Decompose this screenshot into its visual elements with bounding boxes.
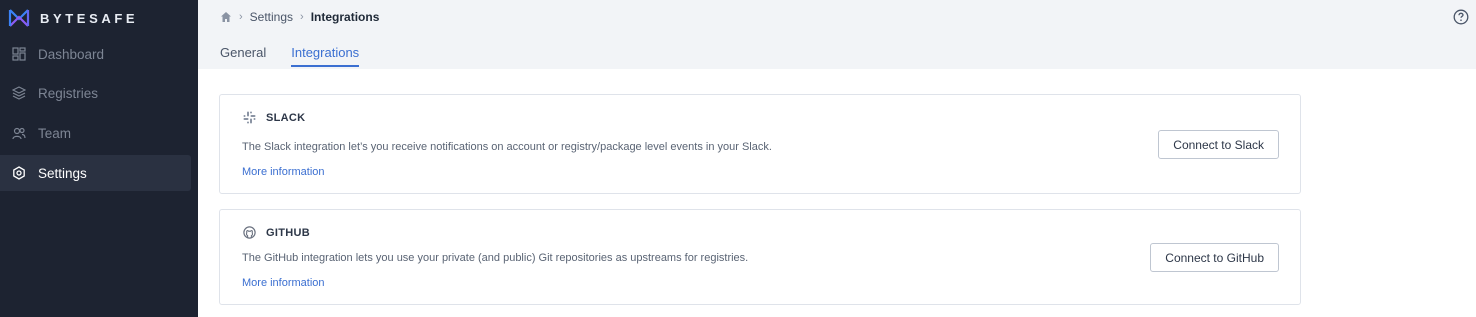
home-icon[interactable]: [220, 11, 232, 23]
chevron-right-icon: ›: [300, 11, 304, 23]
sidebar-item-label: Dashboard: [38, 46, 105, 62]
tab-integrations[interactable]: Integrations: [291, 45, 360, 67]
tab-general[interactable]: General: [220, 45, 266, 67]
brand[interactable]: BYTESAFE: [8, 6, 138, 30]
sidebar-item-settings[interactable]: Settings: [0, 155, 191, 191]
integration-card-slack: SLACK The Slack integration let’s you re…: [219, 94, 1301, 194]
integration-card-github: GITHUB The GitHub integration lets you u…: [219, 209, 1301, 305]
topbar: › Settings › Integrations General Integr…: [198, 0, 1476, 69]
slack-icon: [243, 111, 256, 124]
card-title: GITHUB: [243, 226, 310, 239]
breadcrumb-settings[interactable]: Settings: [250, 10, 293, 24]
integration-description: The Slack integration let’s you receive …: [242, 141, 772, 153]
connect-github-button[interactable]: Connect to GitHub: [1150, 243, 1279, 272]
sidebar-item-label: Team: [38, 125, 72, 141]
sidebar-item-label: Registries: [38, 85, 99, 101]
layers-icon: [12, 86, 26, 100]
sidebar: BYTESAFE Dashboard Registries Team Setti…: [0, 0, 198, 317]
integration-title: GITHUB: [266, 226, 310, 239]
bytesafe-logo-icon: [8, 9, 30, 27]
sidebar-item-dashboard[interactable]: Dashboard: [0, 36, 191, 72]
help-icon[interactable]: [1453, 9, 1469, 25]
card-title: SLACK: [243, 111, 305, 124]
integration-description: The GitHub integration lets you use your…: [242, 252, 749, 264]
more-information-link[interactable]: More information: [242, 277, 325, 289]
integration-title: SLACK: [266, 111, 306, 124]
github-icon: [243, 226, 256, 239]
sidebar-item-label: Settings: [38, 165, 87, 181]
breadcrumb: › Settings › Integrations: [220, 10, 379, 24]
connect-slack-button[interactable]: Connect to Slack: [1158, 130, 1279, 159]
sidebar-item-registries[interactable]: Registries: [0, 75, 191, 111]
more-information-link[interactable]: More information: [242, 166, 325, 178]
gear-icon: [13, 166, 25, 180]
sidebar-item-team[interactable]: Team: [0, 115, 191, 151]
tabs: General Integrations: [220, 45, 384, 69]
dashboard-icon: [12, 47, 26, 61]
team-icon: [12, 127, 26, 140]
breadcrumb-current: Integrations: [310, 10, 380, 24]
brand-name: BYTESAFE: [40, 10, 139, 26]
chevron-right-icon: ›: [239, 11, 243, 23]
